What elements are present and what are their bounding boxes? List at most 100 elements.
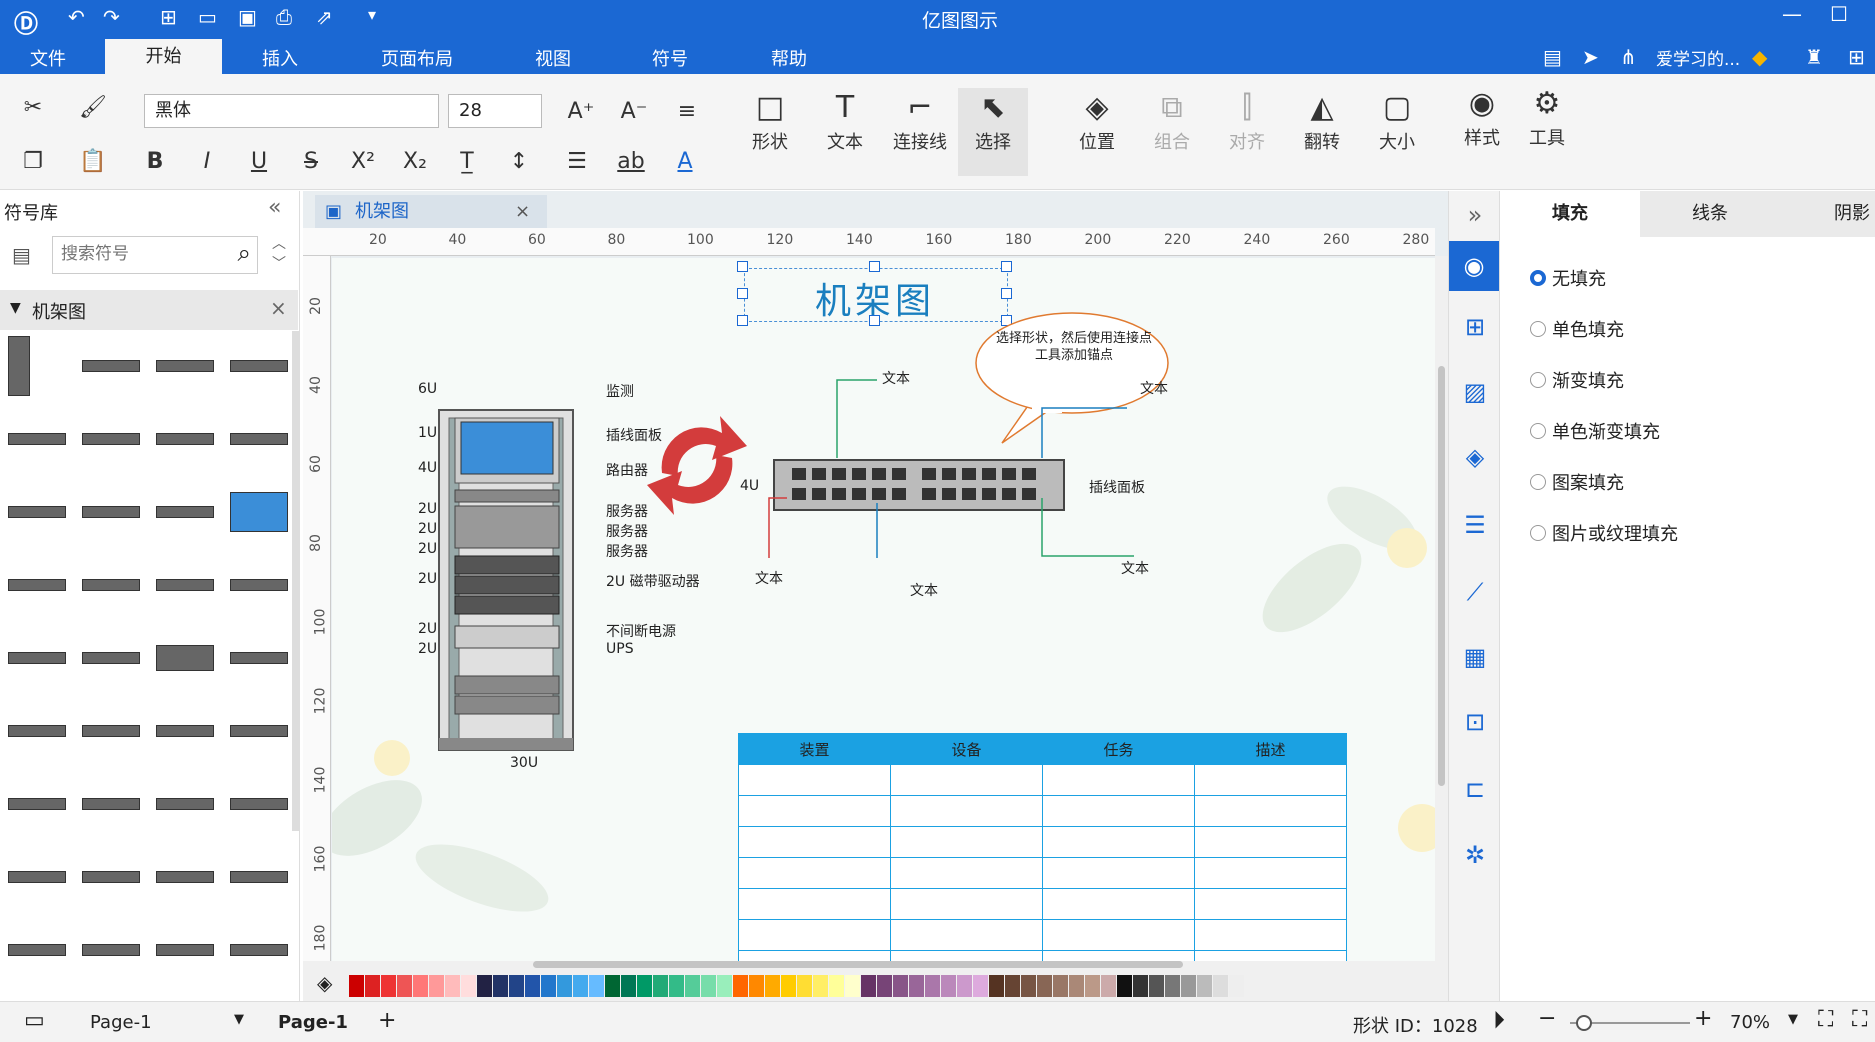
- page-select[interactable]: Page-1: [90, 1012, 152, 1033]
- line-spacing-icon[interactable]: ↕: [502, 144, 536, 178]
- layers-icon[interactable]: ◈: [1459, 441, 1491, 473]
- text-highlight-icon[interactable]: ab: [614, 144, 648, 178]
- horizontal-scroll-thumb[interactable]: [533, 961, 1183, 968]
- palette-swatch[interactable]: [797, 975, 812, 997]
- rack-symbol-item[interactable]: [156, 871, 214, 883]
- palette-swatch[interactable]: [941, 975, 956, 997]
- bold-icon[interactable]: B: [138, 144, 172, 178]
- palette-swatch[interactable]: [845, 975, 860, 997]
- palette-swatch[interactable]: [829, 975, 844, 997]
- text-label-1[interactable]: 文本: [882, 368, 910, 388]
- table-cell[interactable]: [1042, 857, 1195, 889]
- scroll-up-icon[interactable]: ︿: [272, 233, 286, 253]
- text-label-3[interactable]: 文本: [755, 568, 783, 588]
- floorplan-icon[interactable]: ⊡: [1459, 706, 1491, 738]
- palette-swatch[interactable]: [397, 975, 412, 997]
- rack-symbol-item[interactable]: [82, 506, 140, 518]
- play-icon[interactable]: ⏵: [1493, 1006, 1505, 1034]
- table-header-cell[interactable]: 设备: [890, 733, 1043, 765]
- table-row[interactable]: [738, 919, 1347, 951]
- palette-swatch[interactable]: [877, 975, 892, 997]
- shape-button[interactable]: □ 形状: [735, 88, 805, 154]
- fill-color-icon[interactable]: ◈: [317, 971, 332, 995]
- table-cell[interactable]: [1194, 764, 1347, 796]
- paste-icon[interactable]: 📋: [76, 144, 110, 178]
- rack-symbol-item[interactable]: [82, 798, 140, 810]
- palette-swatch[interactable]: [1085, 975, 1100, 997]
- table-cell[interactable]: [890, 826, 1043, 858]
- palette-swatch[interactable]: [605, 975, 620, 997]
- new-icon[interactable]: ⊞: [160, 5, 177, 29]
- radio-solid-fill[interactable]: 单色填充: [1530, 316, 1624, 342]
- zoom-slider[interactable]: [1570, 1015, 1690, 1031]
- table-cell[interactable]: [738, 764, 891, 796]
- palette-swatch[interactable]: [717, 975, 732, 997]
- palette-swatch[interactable]: [493, 975, 508, 997]
- table-cell[interactable]: [1194, 795, 1347, 827]
- scroll-down-icon[interactable]: ﹀: [272, 253, 286, 273]
- print-icon[interactable]: ⎙: [276, 5, 292, 29]
- palette-swatch[interactable]: [669, 975, 684, 997]
- close-tab-icon[interactable]: ×: [515, 195, 530, 229]
- menu-help[interactable]: 帮助: [771, 45, 807, 71]
- text-direction-icon[interactable]: T̲: [450, 144, 484, 178]
- table-cell[interactable]: [738, 857, 891, 889]
- rack-symbol-item[interactable]: [8, 798, 66, 810]
- table-cell[interactable]: [890, 888, 1043, 920]
- maximize-button[interactable]: ☐: [1830, 2, 1848, 26]
- underline-icon[interactable]: U: [242, 144, 276, 178]
- table-cell[interactable]: [1042, 764, 1195, 796]
- font-grow-icon[interactable]: A⁺: [564, 94, 598, 128]
- table-cell[interactable]: [890, 857, 1043, 889]
- radio-texture-fill[interactable]: 图片或纹理填充: [1530, 520, 1678, 546]
- bullet-list-icon[interactable]: ☰: [560, 144, 594, 178]
- share-icon[interactable]: ⋔: [1620, 45, 1637, 69]
- comment-icon[interactable]: ▤: [1543, 45, 1562, 69]
- document-icon[interactable]: ☰: [1459, 509, 1491, 541]
- palette-swatch[interactable]: [381, 975, 396, 997]
- collapse-panel-icon[interactable]: «: [268, 195, 281, 220]
- table-cell[interactable]: [1042, 826, 1195, 858]
- expand-panel-icon[interactable]: »: [1459, 199, 1491, 231]
- palette-swatch[interactable]: [1021, 975, 1036, 997]
- format-painter-icon[interactable]: 🖌: [76, 90, 110, 124]
- rack-symbol-item[interactable]: [156, 579, 214, 591]
- rack-symbol-item[interactable]: [230, 871, 288, 883]
- table-cell[interactable]: [890, 795, 1043, 827]
- tab-fill[interactable]: 填充: [1500, 191, 1640, 237]
- grid-icon[interactable]: ⊞: [1459, 311, 1491, 343]
- fullscreen-icon[interactable]: ⛶: [1852, 1007, 1867, 1032]
- rack-symbol-item[interactable]: [156, 725, 214, 737]
- font-size-select[interactable]: 28: [448, 94, 542, 128]
- menu-file[interactable]: 文件: [30, 45, 66, 71]
- menu-symbol[interactable]: 符号: [652, 45, 688, 71]
- page-view-icon[interactable]: ▭: [24, 1008, 45, 1033]
- table-cell[interactable]: [1042, 919, 1195, 951]
- rack-symbol-item[interactable]: [156, 645, 214, 671]
- category-header[interactable]: ▼ 机架图 ×: [0, 290, 298, 330]
- palette-swatch[interactable]: [1069, 975, 1084, 997]
- palette-swatch[interactable]: [1053, 975, 1068, 997]
- rack-symbol-item[interactable]: [230, 725, 288, 737]
- palette-swatch[interactable]: [621, 975, 636, 997]
- subscript-icon[interactable]: X₂: [398, 144, 432, 178]
- palette-swatch[interactable]: [1149, 975, 1164, 997]
- align-button[interactable]: ⫿ 对齐: [1212, 88, 1282, 154]
- cut-icon[interactable]: ✂: [16, 90, 50, 124]
- palette-swatch[interactable]: [653, 975, 668, 997]
- rack-symbol-item[interactable]: [82, 725, 140, 737]
- rack-symbol-item[interactable]: [82, 579, 140, 591]
- palette-swatch[interactable]: [733, 975, 748, 997]
- table-icon[interactable]: ▦: [1459, 641, 1491, 673]
- rack-symbol-item[interactable]: [230, 492, 288, 532]
- rack-symbol-item[interactable]: [230, 433, 288, 445]
- tools-button[interactable]: ⚙ 工具: [1512, 84, 1582, 150]
- table-row[interactable]: [738, 764, 1347, 796]
- panel-scrollbar[interactable]: [292, 331, 300, 831]
- rack-symbol-item[interactable]: [156, 798, 214, 810]
- palette-swatch[interactable]: [1165, 975, 1180, 997]
- library-menu-icon[interactable]: ▤: [12, 243, 31, 267]
- rack-symbol-item[interactable]: [156, 944, 214, 956]
- radio-no-fill[interactable]: 无填充: [1530, 265, 1606, 291]
- rack-symbol-item[interactable]: [82, 944, 140, 956]
